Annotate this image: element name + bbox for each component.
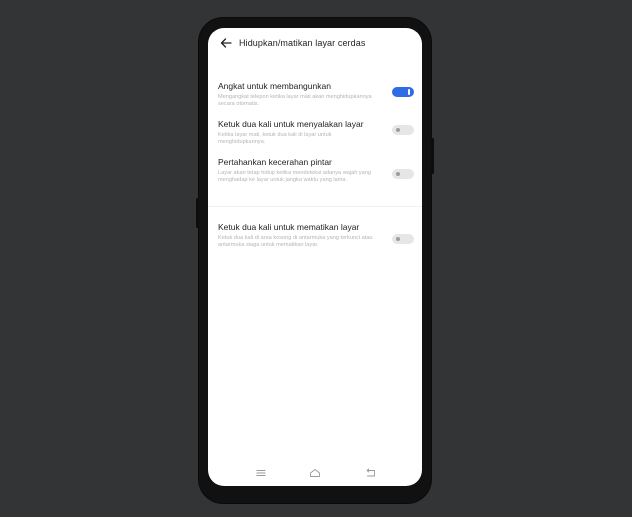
setting-title: Ketuk dua kali untuk mematikan layar (218, 222, 360, 232)
app-header: Hidupkan/matikan layar cerdas (208, 28, 422, 60)
setting-smart-brightness: Pertahankan kecerahan pintar Layar akan … (218, 157, 414, 197)
back-button[interactable] (218, 35, 234, 51)
toggle-knob (396, 172, 400, 176)
home-icon (310, 469, 320, 477)
smart-brightness-toggle[interactable] (392, 169, 414, 179)
back-icon (366, 468, 375, 477)
toggle-knob (396, 128, 400, 132)
recent-apps-button[interactable] (254, 466, 268, 480)
raise-to-wake-toggle[interactable] (392, 87, 414, 97)
toggle-knob (396, 237, 400, 241)
power-button (431, 138, 434, 174)
phone-frame: Hidupkan/matikan layar cerdas Angkat unt… (196, 18, 434, 503)
setting-title: Ketuk dua kali untuk menyalakan layar (218, 119, 364, 129)
setting-description: Ketika layar mati, ketuk dua kali di lay… (218, 132, 332, 145)
setting-double-tap-sleep: Ketuk dua kali untuk mematikan layar Ket… (218, 222, 414, 262)
home-button[interactable] (308, 466, 322, 480)
section-divider (208, 206, 422, 207)
setting-title: Pertahankan kecerahan pintar (218, 157, 332, 167)
double-tap-wake-toggle[interactable] (392, 125, 414, 135)
page-title: Hidupkan/matikan layar cerdas (239, 38, 366, 48)
desktop-background: Hidupkan/matikan layar cerdas Angkat unt… (0, 0, 632, 517)
setting-description: Ketuk dua kali di area kosong di antarmu… (218, 235, 373, 248)
nav-back-button[interactable] (364, 466, 378, 480)
double-tap-sleep-toggle[interactable] (392, 234, 414, 244)
setting-raise-to-wake: Angkat untuk membangunkan Mengangkat tel… (218, 81, 414, 111)
setting-description: Layar akan tetap hidup ketika mendeteksi… (218, 170, 371, 183)
volume-button (196, 198, 199, 228)
menu-icon (256, 470, 266, 476)
setting-double-tap-wake: Ketuk dua kali untuk menyalakan layar Ke… (218, 119, 414, 149)
phone-screen: Hidupkan/matikan layar cerdas Angkat unt… (208, 28, 422, 486)
arrow-left-icon (220, 38, 232, 48)
system-navigation-bar (208, 460, 422, 486)
toggle-knob (408, 89, 410, 95)
setting-title: Angkat untuk membangunkan (218, 81, 331, 91)
setting-description: Mengangkat telepon ketika layar mati aka… (218, 94, 372, 107)
